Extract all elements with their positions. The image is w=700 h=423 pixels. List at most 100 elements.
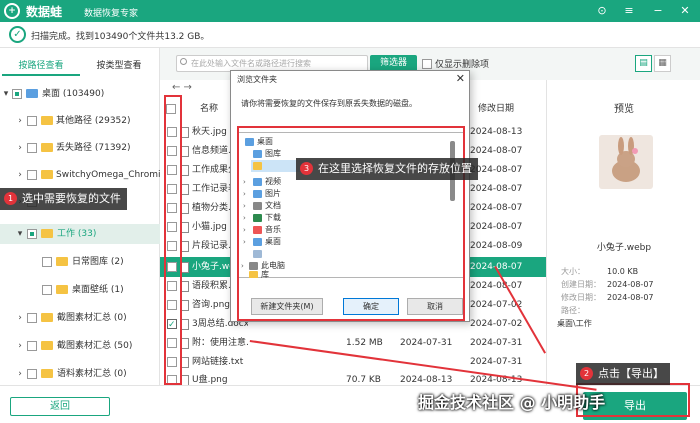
checkbox[interactable] <box>167 127 177 137</box>
table-row[interactable]: 附：使用注意... 1.52 MB 2024-07-31 2024-07-31 <box>160 333 546 353</box>
picker-item-pictures[interactable]: › 图片 <box>243 188 441 200</box>
checkbox[interactable] <box>27 369 37 379</box>
meta-value: 桌面\工作 <box>557 319 592 328</box>
account-icon[interactable]: ⊙ <box>594 3 610 19</box>
folder-picker-tree[interactable]: 桌面 图库 › 视频 › 图片 › 文档 › 下载 › 音乐 › 桌面 › 此电脑 库 <box>238 132 464 278</box>
checkbox[interactable] <box>27 116 37 126</box>
tree-item-daily-gallery[interactable]: 日常图库 (2) <box>0 252 160 272</box>
checkbox[interactable] <box>167 262 177 272</box>
chevron-right-icon[interactable]: › <box>15 138 25 158</box>
checkbox[interactable] <box>12 89 22 99</box>
tree-item-corpus[interactable]: › 语料素材汇总 (0) <box>0 364 160 384</box>
checkbox[interactable] <box>422 59 432 69</box>
checkbox[interactable] <box>167 165 177 175</box>
checkbox[interactable] <box>167 222 177 232</box>
checkbox[interactable] <box>167 241 177 251</box>
menu-icon[interactable]: ≡ <box>621 3 637 19</box>
tree-item-other-paths[interactable]: › 其他路径 (29352) <box>0 111 160 131</box>
picker-label: 文档 <box>265 201 281 210</box>
back-button[interactable]: 返回 <box>10 397 110 416</box>
list-view-icon[interactable]: ▤ <box>635 55 652 72</box>
chevron-right-icon[interactable]: › <box>15 165 25 185</box>
tree-item-label: 语料素材汇总 (0) <box>57 369 127 379</box>
meta-created: 创建日期： 2024-08-07 <box>561 279 654 291</box>
checkbox[interactable] <box>27 341 37 351</box>
checkbox[interactable] <box>167 146 177 156</box>
checkbox[interactable] <box>27 313 37 323</box>
checkbox[interactable] <box>27 170 37 180</box>
rabbit-image-icon <box>599 135 653 189</box>
picker-label: 下载 <box>265 213 281 222</box>
chevron-right-icon[interactable]: › <box>243 188 246 200</box>
desktop-icon <box>245 138 254 146</box>
chevron-right-icon[interactable]: › <box>243 200 246 212</box>
tab-by-path[interactable]: 按路径查看 <box>2 56 80 76</box>
file-date: 2024-08-09 <box>470 241 523 251</box>
close-icon[interactable]: ✕ <box>677 3 693 19</box>
chevron-down-icon[interactable]: ▾ <box>15 224 25 244</box>
checkbox[interactable] <box>27 143 37 153</box>
picker-item-music[interactable]: › 音乐 <box>243 224 441 236</box>
chevron-right-icon[interactable]: › <box>243 236 246 248</box>
close-icon[interactable]: ✕ <box>456 72 465 85</box>
app-name: 数据蛙 <box>26 5 63 19</box>
deleted-only-label: 仅显示删除项 <box>435 60 490 70</box>
tree-item-label: SwitchyOmega_Chromium <box>56 170 160 180</box>
chevron-down-icon[interactable]: ▾ <box>1 84 11 104</box>
checkbox[interactable] <box>167 338 177 348</box>
picker-item-documents[interactable]: › 文档 <box>243 200 441 212</box>
new-folder-button[interactable]: 新建文件夹(M) <box>251 298 323 315</box>
checkbox[interactable] <box>27 229 37 239</box>
meta-size: 大小： 10.0 KB <box>561 266 638 278</box>
tree-item-wallpaper[interactable]: 桌面壁纸 (1) <box>0 280 160 300</box>
chevron-right-icon[interactable]: › <box>243 176 246 188</box>
app-logo-icon: + <box>4 3 20 19</box>
minimize-icon[interactable]: − <box>650 3 666 19</box>
checkbox[interactable] <box>42 285 52 295</box>
column-modified[interactable]: 修改日期 <box>478 98 514 120</box>
pictures-icon <box>253 190 262 198</box>
column-name[interactable]: 名称 <box>200 98 218 120</box>
chevron-right-icon[interactable]: › <box>243 212 246 224</box>
file-icon <box>180 165 189 176</box>
chevron-right-icon[interactable]: › <box>15 308 25 328</box>
checkbox[interactable] <box>167 281 177 291</box>
checkbox[interactable] <box>167 375 177 385</box>
tree-item-lost-paths[interactable]: › 丢失路径 (71392) <box>0 138 160 158</box>
cancel-button[interactable]: 取消 <box>407 298 463 315</box>
chevron-right-icon[interactable]: › <box>15 336 25 356</box>
folder-icon <box>253 250 262 258</box>
picker-item-desktop-sub[interactable]: › 桌面 <box>243 236 441 248</box>
chevron-right-icon[interactable]: › <box>15 111 25 131</box>
checkbox[interactable] <box>167 300 177 310</box>
file-date: 2024-08-07 <box>470 222 523 232</box>
picker-item-blurred[interactable] <box>251 248 331 260</box>
tree-item-screenshot-0[interactable]: › 截图素材汇总 (0) <box>0 308 160 328</box>
picker-item-library[interactable]: 库 <box>243 269 433 278</box>
tree-item-switchyomega[interactable]: › SwitchyOmega_Chromium <box>0 165 160 185</box>
picker-label: 图库 <box>265 149 281 158</box>
tab-by-type[interactable]: 按类型查看 <box>80 56 158 76</box>
checkbox[interactable] <box>167 203 177 213</box>
chevron-right-icon[interactable]: › <box>15 364 25 384</box>
table-row[interactable]: U盘.png 70.7 KB 2024-08-13 2024-08-13 <box>160 370 546 385</box>
checkbox[interactable] <box>166 104 176 114</box>
checkbox[interactable] <box>167 315 177 335</box>
dialog-message: 请你将需要恢复的文件保存到原丢失数据的磁盘。 <box>241 99 417 108</box>
tree-item-screenshot-50[interactable]: › 截图素材汇总 (50) <box>0 336 160 356</box>
folder-icon <box>41 143 53 152</box>
tree-item-work[interactable]: ▾ 工作 (33) <box>0 224 160 244</box>
checkbox[interactable] <box>42 257 52 267</box>
meta-value: 2024-08-07 <box>607 293 654 302</box>
file-created: 2024-07-31 <box>400 338 453 348</box>
ok-button[interactable]: 确定 <box>343 298 399 315</box>
picker-item-desktop[interactable]: 桌面 <box>243 136 443 148</box>
checkbox[interactable] <box>167 184 177 194</box>
tree-item-label: 丢失路径 (71392) <box>56 143 131 153</box>
nav-arrows-icon[interactable]: ← → <box>172 82 192 93</box>
grid-view-icon[interactable]: ▦ <box>654 55 671 72</box>
chevron-right-icon[interactable]: › <box>243 224 246 236</box>
checkbox[interactable] <box>167 357 177 367</box>
picker-item-downloads[interactable]: › 下载 <box>243 212 441 224</box>
tree-item-desktop[interactable]: ▾ 桌面 (103490) <box>0 84 160 104</box>
